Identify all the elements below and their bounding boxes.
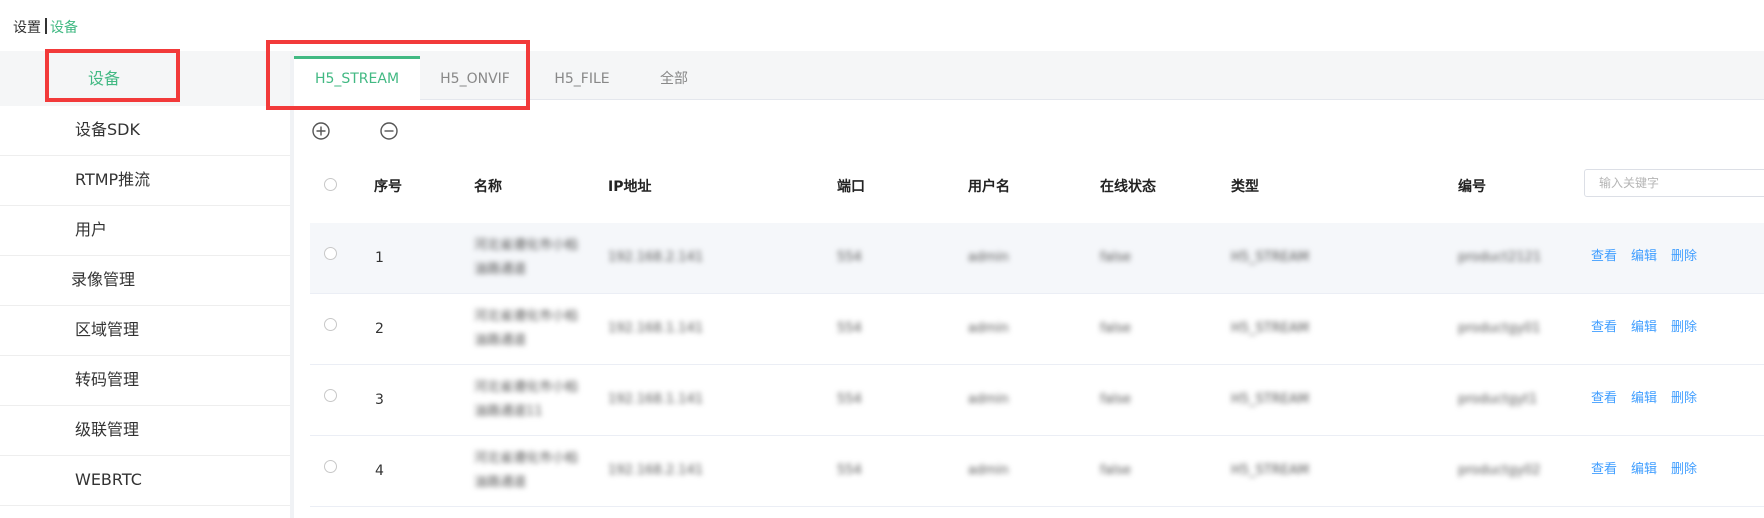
select-all-radio[interactable] xyxy=(324,178,337,191)
cell-code: productgy02 xyxy=(1458,463,1541,478)
cell-ip: 192.168.1.141 xyxy=(608,321,704,336)
edit-link[interactable]: 编辑 xyxy=(1631,461,1657,479)
cell-type: H5_STREAM xyxy=(1231,463,1310,478)
column-header-code: 编号 xyxy=(1458,179,1486,195)
sidebar-item-label: 录像管理 xyxy=(71,270,136,289)
sidebar-item-device-sdk[interactable]: 设备SDK xyxy=(0,106,290,156)
sidebar-item-label: 区域管理 xyxy=(75,320,140,339)
column-header-port: 端口 xyxy=(837,179,865,195)
table-row[interactable]: 2 河北省遵化市小柏油路通道 192.168.1.141 554 admin f… xyxy=(310,294,1764,365)
cell-status: false xyxy=(1100,321,1131,336)
cell-port: 554 xyxy=(837,392,862,407)
sidebar-item-label: 转码管理 xyxy=(75,370,140,389)
table-row[interactable]: 1 河北省遵化市小柏油路通道 192.168.2.141 554 admin f… xyxy=(310,223,1764,294)
cell-code: productgy01 xyxy=(1458,321,1541,336)
table-row[interactable]: 3 河北省遵化市小柏油路通道11 192.168.1.141 554 admin… xyxy=(310,365,1764,436)
column-header-username: 用户名 xyxy=(968,179,1010,195)
tab-h5-file[interactable]: H5_FILE xyxy=(530,59,634,99)
sidebar-item-webrtc[interactable]: WEBRTC xyxy=(0,456,290,506)
sidebar-item-label: RTMP推流 xyxy=(75,170,151,189)
sidebar-item-users[interactable]: 用户 xyxy=(0,206,290,256)
sidebar: 设备 设备SDK RTMP推流 用户 录像管理 区域管理 转码管理 级联管理 W… xyxy=(0,51,290,518)
cell-type: H5_STREAM xyxy=(1231,250,1310,265)
tab-h5-stream[interactable]: H5_STREAM xyxy=(294,56,420,100)
edit-link[interactable]: 编辑 xyxy=(1631,390,1657,408)
breadcrumb-root[interactable]: 设置 xyxy=(13,20,41,36)
sidebar-item-rtmp-push[interactable]: RTMP推流 xyxy=(0,156,290,206)
add-button[interactable] xyxy=(311,121,331,141)
table-row[interactable]: 4 河北省遵化市小柏油路通道 192.168.2.141 554 admin f… xyxy=(310,436,1764,507)
breadcrumb-current: 设备 xyxy=(50,20,78,36)
cell-index: 3 xyxy=(375,392,384,408)
delete-link[interactable]: 删除 xyxy=(1671,248,1697,266)
view-link[interactable]: 查看 xyxy=(1591,248,1617,266)
cell-ip: 192.168.2.141 xyxy=(608,250,704,265)
minus-circle-icon xyxy=(380,122,398,140)
column-header-online-status: 在线状态 xyxy=(1100,179,1156,195)
cell-status: false xyxy=(1100,392,1131,407)
cell-port: 554 xyxy=(837,250,862,265)
sidebar-item-label: 设备 xyxy=(88,69,121,88)
cell-name: 河北省遵化市小柏油路通道 xyxy=(474,238,579,277)
cell-code: product2121 xyxy=(1458,250,1542,265)
cell-name: 河北省遵化市小柏油路通道11 xyxy=(474,380,579,419)
remove-button[interactable] xyxy=(379,121,399,141)
sidebar-item-regions[interactable]: 区域管理 xyxy=(0,306,290,356)
sidebar-item-transcoding[interactable]: 转码管理 xyxy=(0,356,290,406)
search-input[interactable] xyxy=(1584,169,1764,197)
cell-name: 河北省遵化市小柏油路通道 xyxy=(474,309,579,348)
cell-index: 4 xyxy=(375,463,384,479)
row-select-radio[interactable] xyxy=(324,318,337,331)
cell-port: 554 xyxy=(837,321,862,336)
view-link[interactable]: 查看 xyxy=(1591,390,1617,408)
edit-link[interactable]: 编辑 xyxy=(1631,248,1657,266)
sidebar-item-label: 用户 xyxy=(75,220,108,239)
sidebar-item-cascade[interactable]: 级联管理 xyxy=(0,406,290,456)
table-header: 序号 名称 IP地址 端口 用户名 在线状态 类型 编号 xyxy=(310,155,1764,221)
breadcrumb: 设置 设备 xyxy=(13,18,78,38)
delete-link[interactable]: 删除 xyxy=(1671,319,1697,337)
tab-bar: H5_STREAM H5_ONVIF H5_FILE 全部 xyxy=(294,51,1764,100)
row-select-radio[interactable] xyxy=(324,247,337,260)
row-select-radio[interactable] xyxy=(324,460,337,473)
cell-type: H5_STREAM xyxy=(1231,321,1310,336)
view-link[interactable]: 查看 xyxy=(1591,461,1617,479)
cell-port: 554 xyxy=(837,463,862,478)
delete-link[interactable]: 删除 xyxy=(1671,461,1697,479)
cell-name: 河北省遵化市小柏油路通道 xyxy=(474,451,579,490)
column-header-ip: IP地址 xyxy=(608,179,652,195)
column-header-index: 序号 xyxy=(374,179,402,195)
cell-index: 2 xyxy=(375,321,384,337)
cell-index: 1 xyxy=(375,250,384,266)
sidebar-item-recording[interactable]: 录像管理 xyxy=(0,256,290,306)
sidebar-item-label: 设备SDK xyxy=(75,120,140,139)
cell-status: false xyxy=(1100,250,1131,265)
sidebar-item-label: WEBRTC xyxy=(75,470,142,489)
column-header-type: 类型 xyxy=(1231,179,1259,195)
cell-username: admin xyxy=(968,321,1009,336)
cell-code: productgyt1 xyxy=(1458,392,1538,407)
delete-link[interactable]: 删除 xyxy=(1671,390,1697,408)
view-link[interactable]: 查看 xyxy=(1591,319,1617,337)
cell-username: admin xyxy=(968,392,1009,407)
cell-ip: 192.168.2.141 xyxy=(608,463,704,478)
sidebar-item-device[interactable]: 设备 xyxy=(0,51,290,106)
sidebar-item-label: 级联管理 xyxy=(75,420,140,439)
cell-username: admin xyxy=(968,463,1009,478)
tab-h5-onvif[interactable]: H5_ONVIF xyxy=(420,59,530,99)
cell-username: admin xyxy=(968,250,1009,265)
breadcrumb-separator xyxy=(45,18,47,34)
cell-status: false xyxy=(1100,463,1131,478)
cell-ip: 192.168.1.141 xyxy=(608,392,704,407)
row-select-radio[interactable] xyxy=(324,389,337,402)
tab-all[interactable]: 全部 xyxy=(634,59,714,99)
cell-type: H5_STREAM xyxy=(1231,392,1310,407)
sidebar-divider xyxy=(290,51,294,518)
edit-link[interactable]: 编辑 xyxy=(1631,319,1657,337)
plus-circle-icon xyxy=(312,122,330,140)
column-header-name: 名称 xyxy=(474,179,502,195)
